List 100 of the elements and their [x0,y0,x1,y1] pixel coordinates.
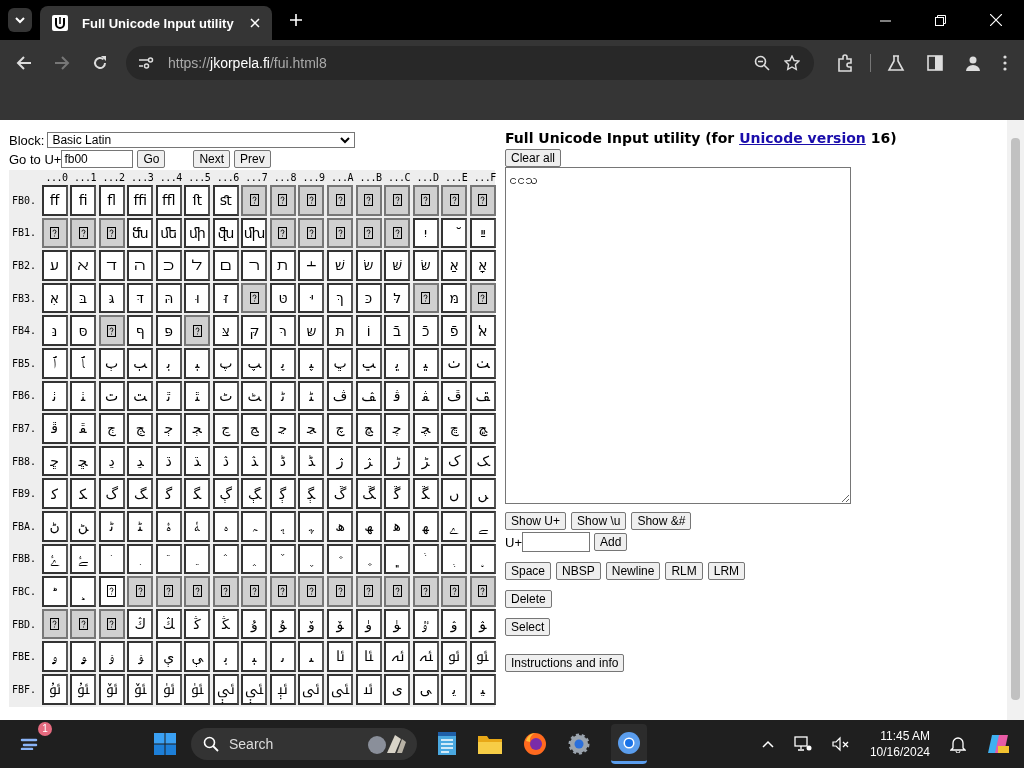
show-format-button[interactable]: Show &# [631,512,692,530]
character-button[interactable]: ﮎ [441,445,468,477]
character-button[interactable]: ﯶ [212,673,239,705]
character-button[interactable]: ﮝ [412,478,439,509]
character-button[interactable]: ﭬ [384,380,411,412]
character-button[interactable] [41,608,68,640]
character-button[interactable]: ﬨ [269,250,296,281]
character-button[interactable]: כּ [355,282,382,314]
character-button[interactable] [384,576,411,607]
select-button[interactable]: Select [505,618,551,636]
character-button[interactable]: ﯢ [98,641,125,672]
character-button[interactable]: ﮘ [269,478,296,509]
character-button[interactable]: ﯛ [355,608,382,640]
firefox-icon[interactable] [522,732,547,756]
character-button[interactable]: ﯤ [155,641,182,672]
character-button[interactable]: הּ [155,282,182,314]
character-button[interactable]: וֹ [355,315,382,346]
character-button[interactable]: ﮋ [355,445,382,477]
character-button[interactable]: פּ [155,315,182,346]
character-button[interactable]: ףּ [127,315,154,346]
character-button[interactable]: ﭞ [441,347,468,379]
character-button[interactable] [241,282,268,314]
character-button[interactable] [184,576,211,607]
character-button[interactable]: ﮊ [327,445,353,477]
character-button[interactable] [469,185,496,216]
character-button[interactable]: ﮄ [155,445,182,477]
notepad-icon[interactable] [436,732,457,756]
character-button[interactable] [70,608,97,640]
character-button[interactable]: ﯼ [384,673,411,705]
browser-tab[interactable]: Full Unicode Input utility [40,6,272,40]
character-button[interactable]: ﭏ [469,315,496,346]
character-button[interactable]: ﯬ [384,641,411,672]
character-button[interactable]: ﮌ [384,445,411,477]
character-button[interactable]: ﮻ [355,543,382,575]
character-button[interactable]: ﮠ [41,510,68,542]
character-button[interactable] [384,217,411,249]
character-button[interactable]: ﭗ [241,347,268,379]
character-button[interactable]: ﮃ [127,445,154,477]
character-button[interactable]: ﯁ [70,576,97,607]
character-button[interactable]: ﮚ [327,478,353,509]
character-button[interactable]: ﮔ [155,478,182,509]
show-format-button[interactable]: Show U+ [505,512,567,530]
insert-button[interactable]: Newline [605,562,661,580]
character-button[interactable]: ﯵ [184,673,211,705]
character-button[interactable]: יּ [298,282,325,314]
character-button[interactable]: ךּ [327,282,353,314]
insert-button[interactable]: NBSP [556,562,601,580]
character-button[interactable]: ﬣ [127,250,154,281]
character-button[interactable]: ﭪ [327,380,353,412]
character-button[interactable]: ﭩ [298,380,325,412]
character-button[interactable]: ﮙ [298,478,325,509]
character-button[interactable] [98,315,125,346]
character-button[interactable]: ﮴ [155,543,182,575]
character-button[interactable]: ﯘ [269,608,296,640]
character-button[interactable] [327,217,353,249]
character-button[interactable]: ﯝ [412,608,439,640]
character-button[interactable]: ﮞ [441,478,468,509]
character-button[interactable]: ﮫ [355,510,382,542]
character-button[interactable]: תּ [327,315,353,346]
character-button[interactable]: ﭜ [384,347,411,379]
character-button[interactable]: ﯖ [212,608,239,640]
character-button[interactable]: ﯯ [469,641,496,672]
character-button[interactable]: ﭙ [298,347,325,379]
menu-icon[interactable] [1003,54,1007,71]
character-button[interactable]: ﬓ [127,217,154,249]
character-button[interactable]: ﮸ [269,543,296,575]
chevron-up-icon[interactable] [761,740,774,748]
character-button[interactable]: ﭕ [184,347,211,379]
character-button[interactable]: ﮬ [384,510,411,542]
extensions-icon[interactable] [836,53,854,72]
character-button[interactable]: ﯥ [184,641,211,672]
profile-icon[interactable] [965,54,981,71]
character-button[interactable]: ﮈ [269,445,296,477]
character-button[interactable]: ﭥ [184,380,211,412]
character-button[interactable] [327,576,353,607]
character-button[interactable]: ײַ [469,217,496,249]
character-button[interactable]: ﮶ [212,543,239,575]
character-button[interactable]: כֿ [412,315,439,346]
character-button[interactable]: ﮤ [155,510,182,542]
character-button[interactable]: ﯙ [298,608,325,640]
character-button[interactable] [269,217,296,249]
unicode-version-link[interactable]: Unicode version [739,130,866,146]
character-button[interactable]: ﮟ [469,478,496,509]
code-point-field[interactable]: fb00 [61,150,134,168]
character-button[interactable]: ﬡ [70,250,97,281]
character-button[interactable]: ﬠ [41,250,68,281]
character-button[interactable]: ﮯ [469,510,496,542]
character-button[interactable]: ﭒ [98,347,125,379]
character-button[interactable]: שׁ [327,250,353,281]
character-button[interactable]: ﮖ [212,478,239,509]
prev-button[interactable]: Prev [234,150,271,168]
character-button[interactable]: ﯸ [269,673,296,705]
character-button[interactable]: ﮪ [327,510,353,542]
zoom-icon[interactable] [754,54,770,71]
character-button[interactable]: ﬩ [298,250,325,281]
character-button[interactable]: ﯽ [412,673,439,705]
volume-muted-icon[interactable] [831,736,850,752]
character-button[interactable]: ﮷ [241,543,268,575]
character-button[interactable]: ﮿ [469,543,496,575]
character-button[interactable] [269,185,296,216]
